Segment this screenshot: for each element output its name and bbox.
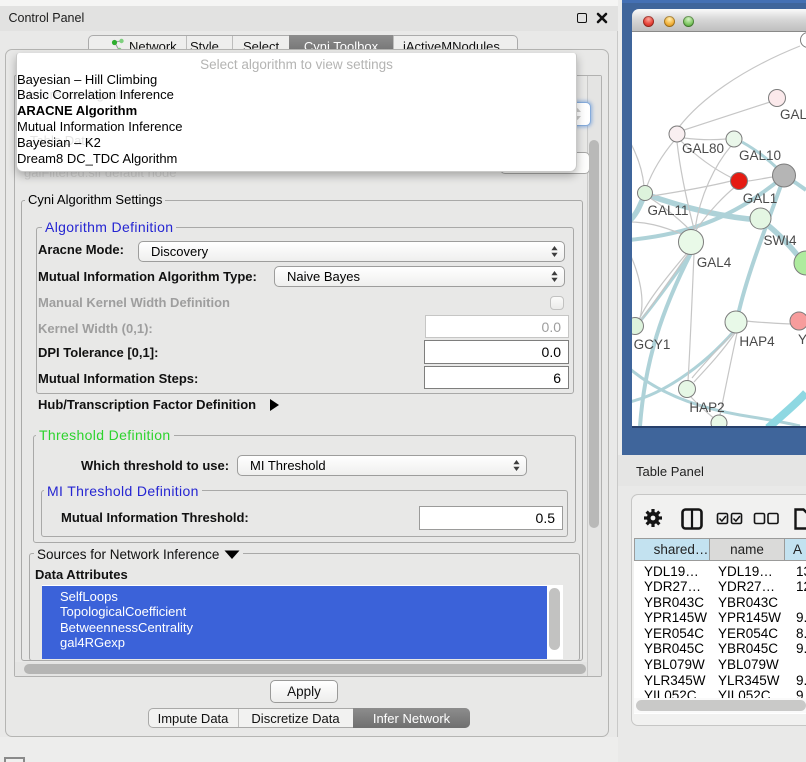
svg-text:YD: YD	[798, 332, 806, 347]
svg-text:GAL80: GAL80	[682, 141, 724, 156]
svg-text:GAL10: GAL10	[739, 148, 781, 163]
svg-text:GAL11: GAL11	[647, 203, 688, 218]
svg-text:HAP4: HAP4	[739, 334, 775, 349]
svg-text:GAL4: GAL4	[697, 255, 732, 270]
svg-text:GCY1: GCY1	[634, 337, 671, 352]
svg-text:SWI4: SWI4	[763, 233, 796, 248]
svg-text:HAP2: HAP2	[689, 400, 724, 415]
svg-text:GAL7: GAL7	[780, 107, 806, 122]
svg-text:GAL1: GAL1	[743, 191, 778, 206]
